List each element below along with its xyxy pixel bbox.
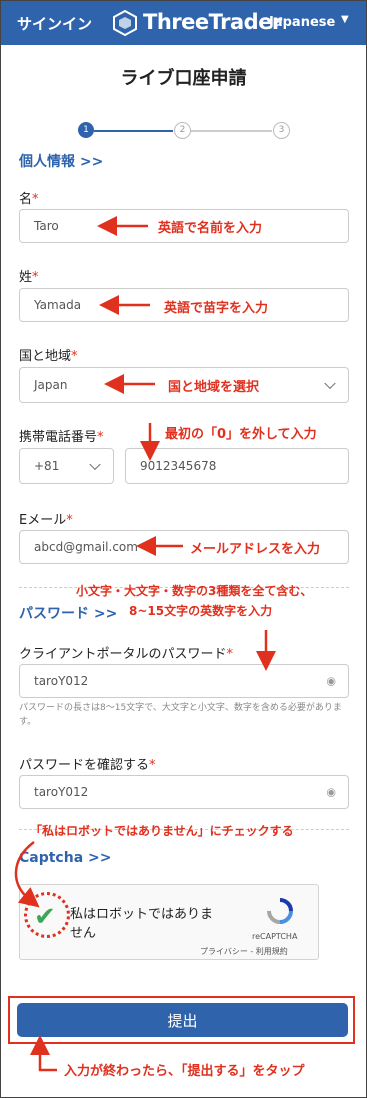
annotation-arrows: [14, 216, 276, 1072]
arrow-submit: [30, 1035, 57, 1072]
arrow-captcha: [14, 841, 40, 908]
